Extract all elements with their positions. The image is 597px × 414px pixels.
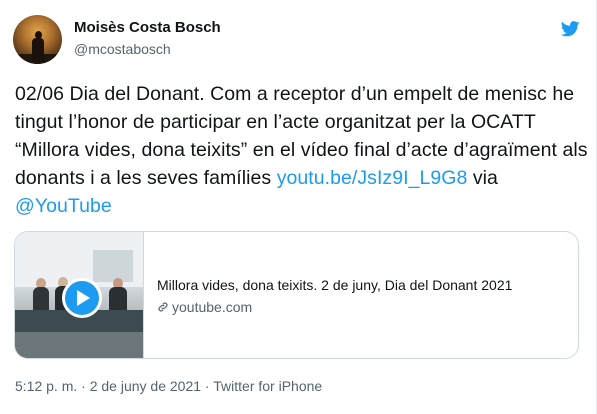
tweet-card: Moisès Costa Bosch @mcostabosch 02/06 Di… (0, 0, 597, 414)
tweet-link[interactable]: youtu.be/JsIz9I_L9G8 (277, 167, 468, 189)
video-thumbnail[interactable] (15, 232, 144, 358)
card-title[interactable]: Millora vides, dona teixits. 2 de juny, … (157, 277, 512, 293)
play-icon[interactable] (62, 278, 102, 318)
tweet-source[interactable]: Twitter for iPhone (213, 378, 322, 394)
meta-separator: · (77, 378, 90, 394)
twitter-bird-icon[interactable] (561, 21, 580, 37)
tweet-via: via (467, 167, 498, 189)
author-handle[interactable]: @mcostabosch (74, 41, 171, 57)
tweet-mention[interactable]: @YouTube (15, 195, 112, 217)
tweet-meta: 5:12 p. m. · 2 de juny de 2021 · Twitter… (15, 378, 322, 394)
author-display-name[interactable]: Moisès Costa Bosch (74, 19, 221, 36)
tweet-date[interactable]: 2 de juny de 2021 (90, 378, 201, 394)
card-domain-text: youtube.com (172, 299, 253, 315)
tweet-time[interactable]: 5:12 p. m. (15, 378, 77, 394)
avatar[interactable] (13, 15, 62, 64)
link-icon (158, 302, 168, 312)
meta-separator: · (201, 378, 214, 394)
tweet-text: 02/06 Dia del Donant. Com a receptor d’u… (15, 80, 590, 220)
link-preview-card[interactable]: Millora vides, dona teixits. 2 de juny, … (14, 231, 579, 359)
card-domain: youtube.com (157, 299, 252, 315)
avatar-silhouette (32, 31, 44, 62)
